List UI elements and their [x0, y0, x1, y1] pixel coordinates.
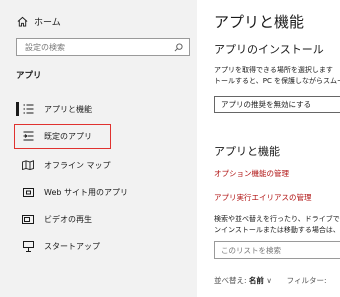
- apps-list-icon: [22, 104, 34, 114]
- video-playback-icon: [22, 214, 34, 224]
- sort-filter-row: 並べ替え: 名前 ∨ フィルター:: [214, 275, 326, 286]
- offline-map-icon: [22, 160, 34, 170]
- sidebar: ホーム 設定の検索 アプリ アプリと機能 既定のアプリ オフライン マップ We…: [0, 0, 197, 297]
- install-description-line-1: アプリを取得できる場所を選択します: [214, 66, 333, 74]
- sidebar-item-label: オフライン マップ: [44, 160, 111, 170]
- settings-search-input[interactable]: 設定の検索: [16, 38, 190, 56]
- page-title: アプリと機能: [214, 13, 305, 31]
- sidebar-item-startup[interactable]: スタートアップ: [0, 234, 197, 258]
- sidebar-item-apps-features[interactable]: アプリと機能: [0, 97, 197, 121]
- apps-features-section-title: アプリと機能: [214, 145, 280, 158]
- dropdown-selected-value: アプリの推奨を無効にする: [221, 100, 312, 109]
- website-apps-icon: [22, 187, 34, 197]
- app-aliases-link[interactable]: アプリ実行エイリアスの管理: [214, 192, 312, 203]
- sidebar-item-offline-maps[interactable]: オフライン マップ: [0, 153, 197, 177]
- section-title: アプリ: [16, 71, 42, 81]
- sidebar-item-label: Web サイト用のアプリ: [44, 187, 128, 197]
- home-label: ホーム: [34, 17, 61, 28]
- sidebar-item-label: スタートアップ: [44, 241, 100, 251]
- highlight-annotation: [14, 124, 111, 149]
- sidebar-item-label: ビデオの再生: [44, 214, 92, 224]
- search-description-line-1: 検索や並べ替えを行ったり、ドライブで: [214, 215, 340, 223]
- optional-features-link[interactable]: オプション機能の管理: [214, 168, 289, 179]
- app-install-dropdown[interactable]: アプリの推奨を無効にする: [214, 96, 340, 113]
- filter-label[interactable]: フィルター:: [287, 276, 327, 285]
- app-list-search-input[interactable]: このリストを検索: [214, 241, 340, 259]
- chevron-down-icon[interactable]: ∨: [266, 276, 272, 285]
- sidebar-item-video-playback[interactable]: ビデオの再生: [0, 207, 197, 231]
- sort-dropdown[interactable]: 名前: [249, 276, 264, 285]
- startup-icon: [22, 240, 34, 252]
- sort-label: 並べ替え:: [214, 276, 247, 285]
- install-section-title: アプリのインストール: [214, 43, 324, 56]
- app-list-search-placeholder: このリストを検索: [221, 245, 281, 255]
- sidebar-item-label: アプリと機能: [44, 104, 92, 114]
- sidebar-item-website-apps[interactable]: Web サイト用のアプリ: [0, 180, 197, 204]
- search-description-line-2: ンインストールまたは移動する場合は、: [214, 226, 340, 234]
- selected-indicator: [16, 102, 19, 116]
- home-link[interactable]: ホーム: [17, 12, 61, 30]
- home-icon: [17, 16, 28, 27]
- settings-search-placeholder: 設定の検索: [25, 42, 65, 52]
- main-content: アプリと機能 アプリのインストール アプリを取得できる場所を選択します トールす…: [197, 0, 340, 297]
- search-icon[interactable]: [174, 42, 183, 52]
- install-description-line-2: トールすると、PC を保護しながらスムー: [214, 77, 340, 85]
